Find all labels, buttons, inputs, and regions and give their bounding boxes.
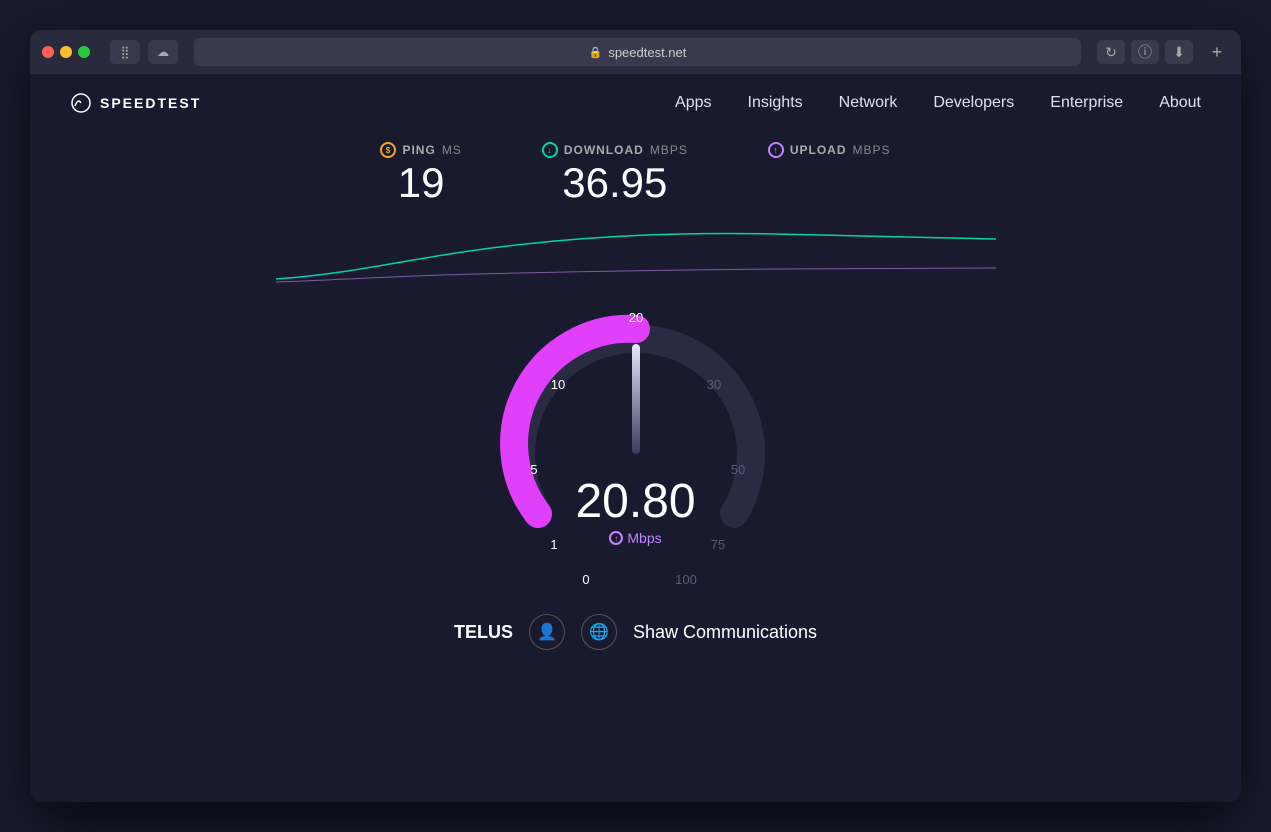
nav-network[interactable]: Network xyxy=(839,94,898,112)
new-tab-button[interactable]: + xyxy=(1205,40,1229,64)
navigation: SPEEDTEST Apps Insights Network Develope… xyxy=(30,74,1241,132)
svg-text:30: 30 xyxy=(706,377,720,392)
minimize-button[interactable] xyxy=(60,46,72,58)
close-button[interactable] xyxy=(42,46,54,58)
main-content: $ PING ms 19 ↓ DOWNLOAD Mbps 36.95 xyxy=(30,132,1241,802)
upload-icon: ↑ xyxy=(768,142,784,158)
globe-icon: 🌐 xyxy=(589,622,609,642)
refresh-icon: ↻ xyxy=(1105,44,1117,61)
sidebar-icon: ⣿ xyxy=(121,45,130,59)
download-button[interactable]: ⬇ xyxy=(1165,40,1193,64)
info-icon: ⓘ xyxy=(1138,42,1152,62)
nav-insights[interactable]: Insights xyxy=(748,94,803,112)
ping-icon: $ xyxy=(380,142,396,158)
info-button[interactable]: ⓘ xyxy=(1131,40,1159,64)
url-text: speedtest.net xyxy=(608,45,686,60)
nav-enterprise[interactable]: Enterprise xyxy=(1050,94,1123,112)
download-value: 36.95 xyxy=(542,162,688,204)
ping-value: 19 xyxy=(380,162,461,204)
svg-text:10: 10 xyxy=(550,377,564,392)
toolbar-icons: ⣿ ☁ xyxy=(110,40,178,64)
browser-window: ⣿ ☁ 🔒 speedtest.net ↻ ⓘ ⬇ + xyxy=(30,30,1241,802)
logo[interactable]: SPEEDTEST xyxy=(70,92,201,114)
gauge-current-speed: 20.80 xyxy=(575,478,695,526)
svg-text:75: 75 xyxy=(710,537,724,552)
title-bar: ⣿ ☁ 🔒 speedtest.net ↻ ⓘ ⬇ + xyxy=(30,30,1241,74)
traffic-lights xyxy=(42,46,90,58)
gauge-unit-row: ↑ Mbps xyxy=(575,530,695,546)
refresh-button[interactable]: ↻ xyxy=(1097,40,1125,64)
svg-text:100: 100 xyxy=(675,572,697,587)
nav-buttons: ↻ ⓘ ⬇ xyxy=(1097,40,1193,64)
gauge-unit: Mbps xyxy=(627,530,661,546)
svg-text:0: 0 xyxy=(582,572,589,587)
speedtest-logo-icon xyxy=(70,92,92,114)
upload-stat: ↑ UPLOAD Mbps xyxy=(768,142,891,204)
svg-text:5: 5 xyxy=(530,462,537,477)
sidebar-toggle-button[interactable]: ⣿ xyxy=(110,40,140,64)
svg-text:20: 20 xyxy=(628,310,642,325)
gauge-upload-icon: ↑ xyxy=(609,531,623,545)
svg-text:1: 1 xyxy=(550,537,557,552)
nav-developers[interactable]: Developers xyxy=(933,94,1014,112)
download-label: ↓ DOWNLOAD Mbps xyxy=(542,142,688,158)
app-content: SPEEDTEST Apps Insights Network Develope… xyxy=(30,74,1241,802)
nav-links: Apps Insights Network Developers Enterpr… xyxy=(675,94,1201,112)
nav-about[interactable]: About xyxy=(1159,94,1201,112)
server-globe-icon: 🌐 xyxy=(581,614,617,650)
ping-stat: $ PING ms 19 xyxy=(380,142,461,204)
nav-apps[interactable]: Apps xyxy=(675,94,711,112)
maximize-button[interactable] xyxy=(78,46,90,58)
person-icon: 👤 xyxy=(537,622,557,642)
ping-label: $ PING ms xyxy=(380,142,461,158)
speed-chart xyxy=(276,224,996,284)
cloud-button[interactable]: ☁ xyxy=(148,40,178,64)
plus-icon: + xyxy=(1212,42,1223,63)
gauge-center-value: 20.80 ↑ Mbps xyxy=(575,478,695,546)
download-icon: ↓ xyxy=(542,142,558,158)
isp-row: TELUS 👤 🌐 Shaw Communications xyxy=(454,614,817,650)
gauge-needle xyxy=(632,344,640,454)
lock-icon: 🔒 xyxy=(589,46,603,59)
upload-label: ↑ UPLOAD Mbps xyxy=(768,142,891,158)
logo-text: SPEEDTEST xyxy=(100,95,201,111)
download-icon: ⬇ xyxy=(1173,44,1185,61)
server-provider: Shaw Communications xyxy=(633,622,817,643)
isp-provider: TELUS xyxy=(454,622,513,643)
stats-row: $ PING ms 19 ↓ DOWNLOAD Mbps 36.95 xyxy=(380,142,890,204)
gauge-svg: 20 10 5 1 0 30 50 75 xyxy=(486,294,786,594)
address-bar[interactable]: 🔒 speedtest.net xyxy=(194,38,1081,66)
svg-text:50: 50 xyxy=(730,462,744,477)
isp-person-icon: 👤 xyxy=(529,614,565,650)
download-stat: ↓ DOWNLOAD Mbps 36.95 xyxy=(542,142,688,204)
cloud-icon: ☁ xyxy=(157,45,169,59)
gauge-container: 20 10 5 1 0 30 50 75 xyxy=(486,294,786,594)
